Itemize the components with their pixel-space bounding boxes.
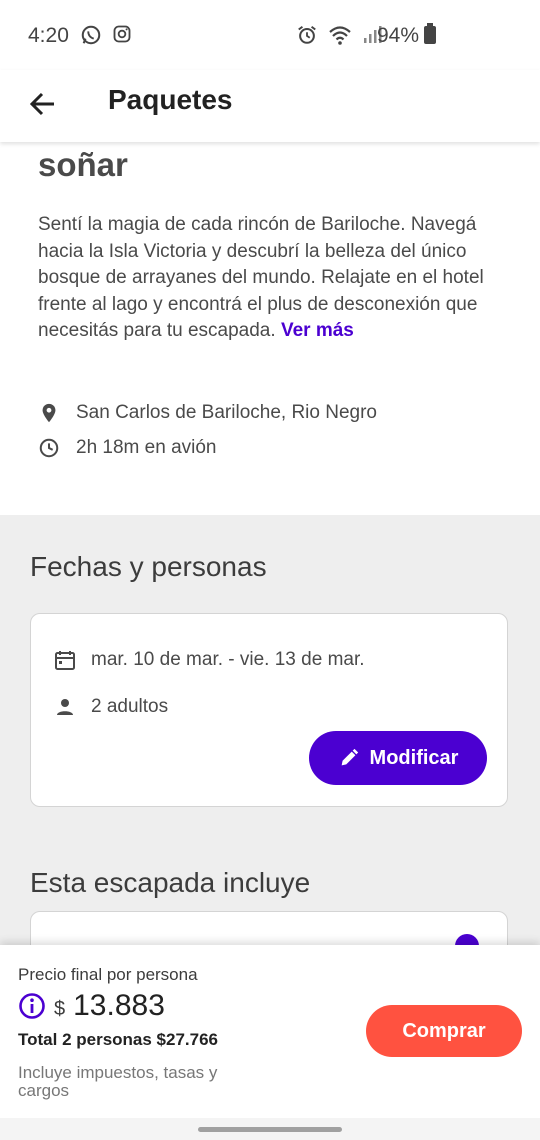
modify-button[interactable]: Modificar [309, 731, 487, 785]
price-label: Precio final por persona [18, 965, 198, 984]
dates-row: mar. 10 de mar. - vie. 13 de mar. [53, 648, 365, 672]
purchase-bar: Precio final por persona $ 13.883 Total … [0, 945, 540, 1118]
home-indicator[interactable] [198, 1127, 342, 1132]
location-row: San Carlos de Bariloche, Rio Negro [38, 402, 377, 424]
back-button[interactable] [24, 84, 64, 124]
pencil-icon [341, 748, 358, 766]
package-description: Sentí la magia de cada rincón de Bariloc… [38, 212, 508, 345]
page-title: Paquetes [108, 84, 233, 115]
currency-symbol: $ [54, 997, 66, 1020]
person-icon [57, 699, 73, 715]
dates-text: mar. 10 de mar. - vie. 13 de mar. [91, 649, 365, 670]
wifi-icon [329, 26, 351, 45]
see-more-link[interactable]: Ver más [281, 320, 354, 341]
whatsapp-icon [81, 25, 101, 45]
app-bar: Paquetes [0, 70, 540, 142]
buy-button[interactable]: Comprar [366, 1005, 522, 1057]
taxes-note: Incluye impuestos, tasas y cargos [18, 1063, 218, 1100]
battery-icon [424, 23, 436, 44]
modify-button-label: Modificar [369, 746, 459, 769]
includes-section-title: Esta escapada incluye [30, 867, 311, 898]
status-bar: 4:20 94% [0, 0, 540, 70]
system-icons [296, 24, 382, 46]
info-icon[interactable] [18, 992, 46, 1020]
calendar-icon [55, 651, 75, 670]
people-row: 2 adultos [53, 695, 168, 719]
package-title: soñar [38, 146, 128, 183]
clock-icon [39, 438, 59, 458]
details-section: Fechas y personas mar. 10 de mar. - vie.… [0, 515, 540, 971]
travel-time-row: 2h 18m en avión [38, 437, 217, 459]
arrow-back-icon [29, 92, 54, 116]
total-price: Total 2 personas $27.766 [18, 1030, 219, 1049]
price-amount: 13.883 [73, 989, 165, 1022]
battery-level: 94% [377, 24, 420, 47]
buy-button-label: Comprar [402, 1019, 486, 1042]
price-row: $ 13.883 [18, 989, 165, 1023]
alarm-icon [298, 25, 316, 44]
notification-icons [80, 24, 132, 46]
people-text: 2 adultos [91, 696, 169, 717]
location-pin-icon [42, 403, 56, 423]
navigation-bar [0, 1118, 540, 1140]
instagram-icon [113, 25, 131, 43]
travel-time-text: 2h 18m en avión [76, 437, 217, 458]
description-text: Sentí la magia de cada rincón de Bariloc… [38, 214, 484, 341]
location-text: San Carlos de Bariloche, Rio Negro [76, 402, 377, 423]
dates-card: mar. 10 de mar. - vie. 13 de mar. 2 adul… [30, 613, 508, 807]
status-time: 4:20 [28, 24, 69, 47]
dates-section-title: Fechas y personas [30, 551, 267, 582]
